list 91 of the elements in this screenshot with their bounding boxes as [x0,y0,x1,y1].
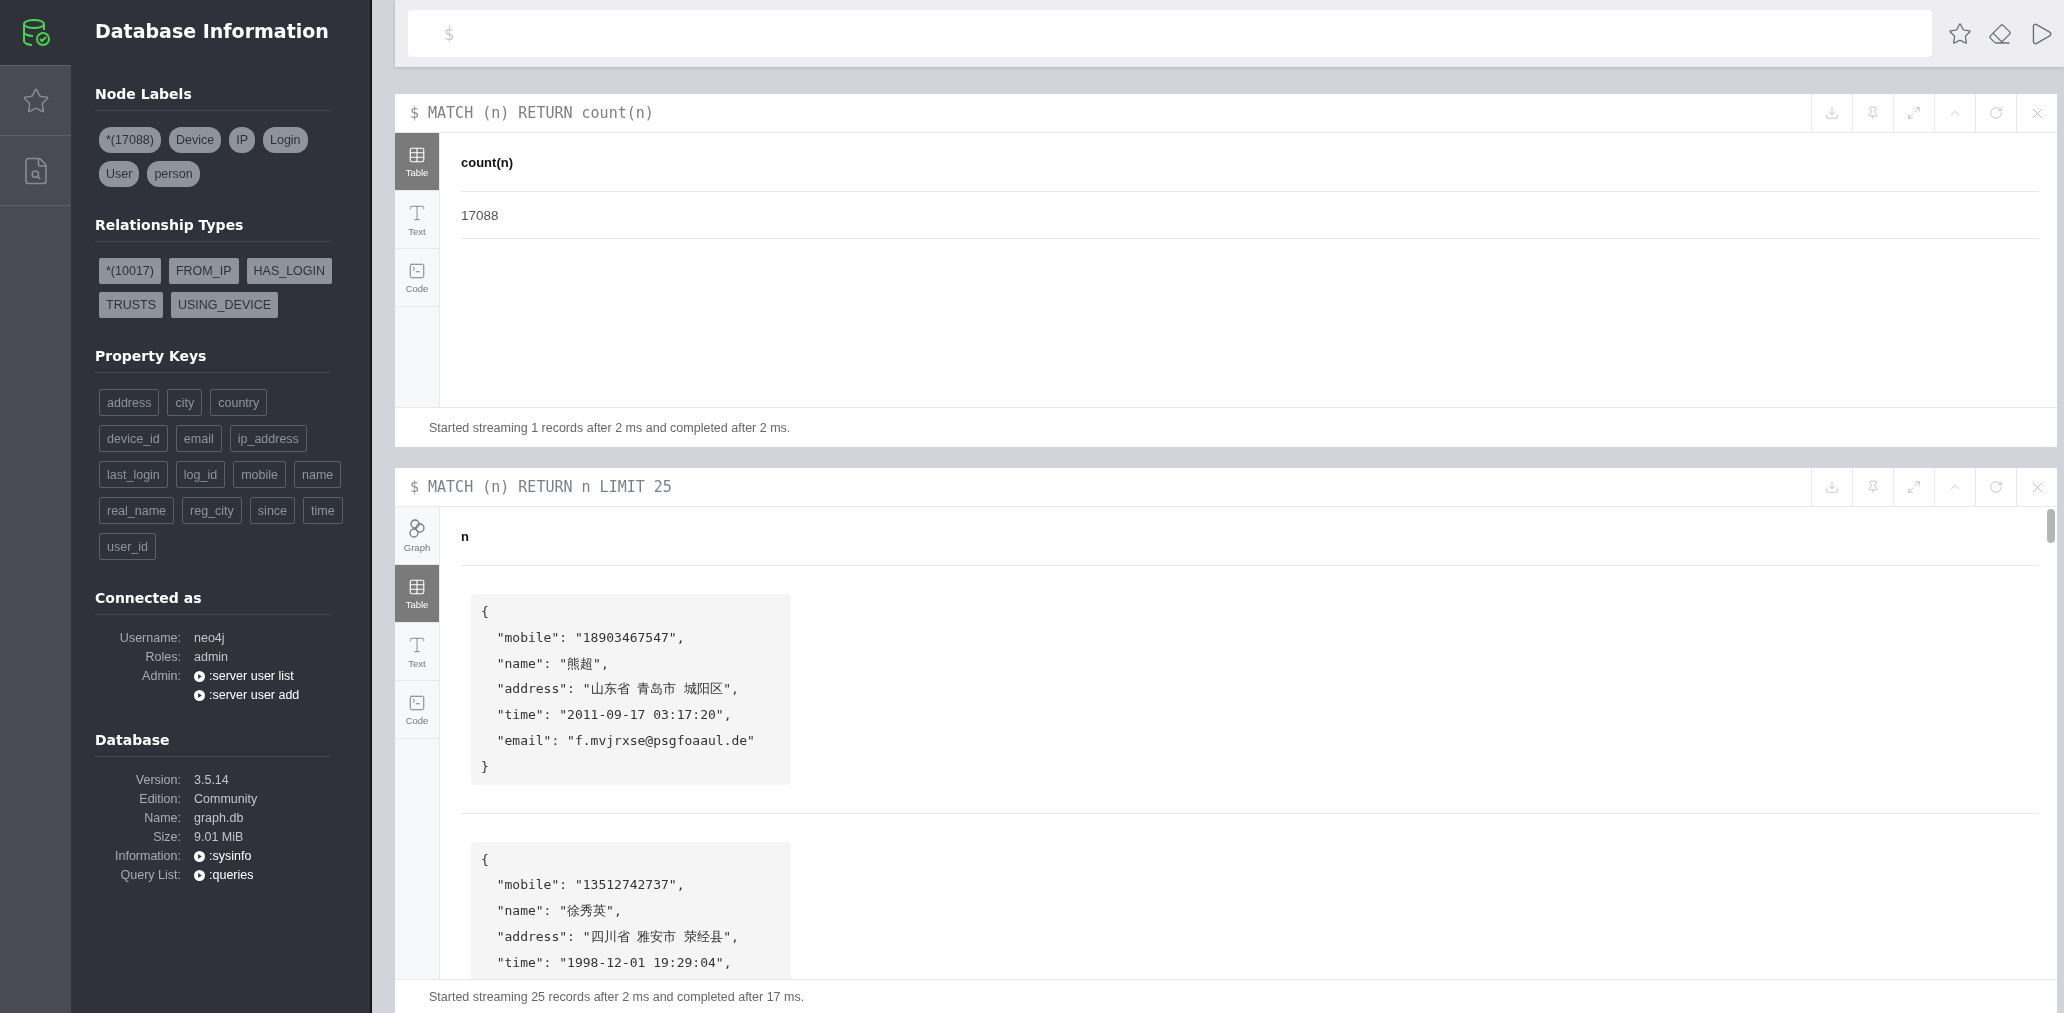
play-icon [194,869,205,881]
prompt-sign: $ [410,104,420,122]
relationship-type-tag[interactable]: FROM_IP [168,258,239,284]
property-key-tag[interactable]: name [294,461,342,488]
command-link[interactable]: :sysinfo [194,849,370,863]
property-key-tag[interactable]: time [303,497,343,524]
download-icon [1825,106,1839,120]
play-icon [194,670,205,682]
info-label: Edition: [138,792,181,806]
info-label: Admin: [141,669,181,683]
scrollbar-thumb[interactable] [2047,509,2055,543]
info-label: Name: [143,811,181,825]
star-icon [1948,21,1972,46]
property-key-tag[interactable]: real_name [99,497,175,524]
play-icon [194,850,205,862]
property-key-tag[interactable]: mobile [233,461,287,488]
info-label: Roles: [144,650,181,664]
command-link[interactable]: :server user add [194,688,370,702]
table-icon [408,145,426,164]
info-value: admin [194,650,230,664]
column-header: n [461,507,2039,566]
expand-icon [1907,480,1921,494]
column-header: count(n) [461,133,2039,192]
prompt-sign: $ [410,478,420,496]
section-heading: Connected as [95,590,331,615]
info-label: Information: [114,849,181,863]
table-cell: 17088 [461,192,2039,239]
clear-button[interactable] [1988,21,2012,46]
expand-icon [1907,106,1921,120]
section-heading: Database [95,732,331,757]
favorite-button[interactable] [1948,21,1972,46]
property-key-tag[interactable]: reg_city [182,497,242,524]
property-key-tag[interactable]: email [175,425,222,452]
info-value: 9.01 MiB [194,830,245,844]
download-icon [1825,480,1839,494]
record-json: { "mobile": "18903467547", "name": "熊超", "address": "山东省 青岛市 城阳区", "time": "2011-09-17 03:17:20", "email": "f.mvjrxse@psgfoaaul.de" } [471,594,791,785]
property-key-tag[interactable]: user_id [99,533,156,560]
view-tab[interactable]: Text [395,623,439,681]
pin-icon [1866,106,1880,120]
pin-icon [1866,480,1880,494]
section-heading: Relationship Types [95,217,331,242]
graph-icon [408,518,426,539]
rerun-icon [1989,480,2003,494]
node-label-tag[interactable]: person [147,161,200,187]
star-icon [21,86,50,115]
relationship-type-tag[interactable]: *(10017) [99,258,161,284]
node-label-tag[interactable]: Device [168,127,222,153]
info-label: Query List: [119,868,181,882]
view-tab[interactable]: Table [395,565,439,623]
info-label: Version: [134,773,181,787]
node-label-tag[interactable]: *(17088) [99,127,161,153]
record-json: { "mobile": "13512742737", "name": "徐秀英", "address": "四川省 雅安市 荥经县", "time": "1998-12-01 19:29:04", [471,841,791,979]
query-text[interactable]: MATCH (n) RETURN count(n) [428,104,654,122]
relationship-type-tag[interactable]: HAS_LOGIN [246,258,333,284]
node-label-tag[interactable]: Login [263,127,308,153]
property-key-tag[interactable]: address [99,389,160,416]
property-key-tag[interactable]: last_login [99,461,168,488]
node-label-tag[interactable]: IP [229,127,255,153]
view-tab[interactable]: Table [395,133,439,191]
table-icon [408,577,426,596]
nav-button[interactable] [0,0,71,66]
property-key-tag[interactable]: city [167,389,203,416]
command-link[interactable]: :queries [194,868,370,882]
info-value: neo4j [194,631,226,645]
terminal-icon [408,261,426,280]
play-icon [194,689,205,701]
relationship-type-tag[interactable]: USING_DEVICE [171,292,279,318]
view-tab[interactable]: Text [395,191,439,249]
node-label-tag[interactable]: User [99,161,140,187]
info-value: graph.db [194,811,245,825]
eraser-icon [1988,21,2012,46]
property-key-tag[interactable]: country [210,389,268,416]
query-text[interactable]: MATCH (n) RETURN n LIMIT 25 [428,478,672,496]
info-value: 3.5.14 [194,773,230,787]
terminal-icon [408,693,426,712]
property-key-tag[interactable]: since [249,497,296,524]
info-label: Username: [118,631,181,645]
sidebar-title: Database Information [95,20,330,42]
view-tab[interactable]: Code [395,249,439,307]
property-key-tag[interactable]: log_id [175,461,226,488]
property-key-tag[interactable]: ip_address [229,425,307,452]
section-heading: Property Keys [95,348,331,373]
rerun-icon [1989,106,2003,120]
command-link[interactable]: :server user list [194,669,370,683]
info-value: Community [194,792,259,806]
property-key-tag[interactable]: device_id [99,425,168,452]
section-heading: Node Labels [95,86,331,111]
view-tab[interactable]: Code [395,681,439,739]
relationship-type-tag[interactable]: TRUSTS [99,292,163,318]
info-label: Size: [152,830,181,844]
database-check-icon [20,17,51,48]
